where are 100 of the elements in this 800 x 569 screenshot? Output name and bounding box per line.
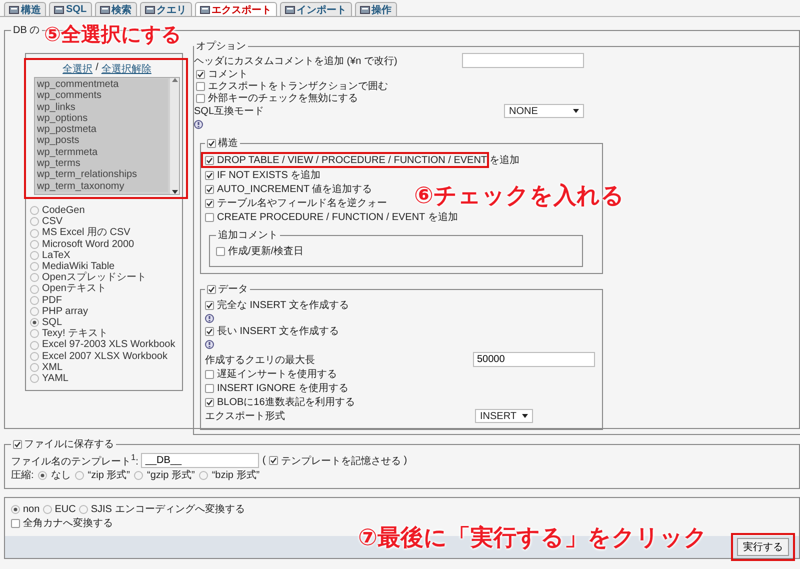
max-length-field[interactable]: 50000 [473,352,595,367]
checkbox[interactable] [205,198,214,208]
checkbox[interactable] [205,170,214,180]
tab[interactable]: SQL [49,2,92,16]
section-legend: 追加コメント [218,228,278,242]
radio-label: LaTeX [42,250,70,262]
radio-label: EUC [54,504,76,514]
checkbox[interactable] [207,138,216,148]
radio-button[interactable] [30,228,39,238]
tab[interactable]: インポート [280,2,352,16]
select-all-link[interactable]: 全選択 [62,62,93,76]
radio-label: SJIS [90,504,112,514]
scroll-up-icon[interactable] [172,78,178,82]
radio-label: PDF [42,294,62,306]
radio-button[interactable] [30,318,39,328]
field-label: SQL互換モード [194,105,264,118]
radio-button[interactable] [30,217,39,226]
tab[interactable]: 検索 [94,2,137,16]
comment-field[interactable] [462,53,584,68]
checkbox[interactable] [268,456,278,465]
radio-label: CodeGen [42,205,85,216]
scroll-down-icon[interactable] [172,190,178,194]
radio-label: Openテキスト [42,283,106,295]
compat-select[interactable]: NONE [504,104,584,118]
checkbox-label: 全角カナへ変換する [23,516,113,530]
checkbox-label: テーブル名やフィールド名を逆クォー [217,196,387,210]
tab[interactable]: エクスポート [194,2,277,16]
radio-button[interactable] [30,352,39,361]
checkbox[interactable] [205,370,214,378]
deselect-all-link[interactable]: 全選択解除 [101,62,152,76]
checkbox-label: IF NOT EXISTS を追加 [217,168,321,182]
checkbox[interactable] [196,70,205,78]
radio-button[interactable] [30,340,39,350]
table-option[interactable]: wp_term_relationships [37,169,168,181]
radio-button[interactable] [30,306,39,316]
table-option[interactable]: wp_comments [37,90,168,102]
checkbox[interactable] [13,440,22,448]
annotation: ⑦最後に「実行する」をクリック [358,526,708,552]
checkbox-label: 長い INSERT 文を作成する [217,324,339,338]
table-option[interactable]: wp_posts [37,135,168,147]
paren: ( [262,455,266,466]
tab[interactable]: 操作 [354,2,397,16]
radio-button[interactable] [74,470,84,480]
help-icon[interactable] [194,120,203,128]
tab[interactable]: クエリ [140,2,192,16]
radio-label: “zip 形式” [88,468,130,482]
section-legend: データ [218,282,248,296]
section-legend: ファイルに保存する [24,437,114,451]
radio-button[interactable] [30,273,39,282]
table-list[interactable]: wp_commentmeta wp_comments wp_links wp_options wp_postmeta wp_posts wp_termmeta wp_terms wp_term_relationships wp_term_taxonomy [34,77,180,195]
scrollbar[interactable] [170,78,179,194]
filename-field[interactable]: __DB__ [141,453,260,468]
radio-button[interactable] [30,374,39,384]
help-icon[interactable] [205,314,214,322]
radio-label: “gzip 形式” [147,468,195,482]
table-option[interactable]: wp_links [37,102,168,113]
radio-button[interactable] [198,470,208,480]
checkbox[interactable] [205,156,214,164]
export-format-select[interactable]: INSERT [475,409,533,423]
radio-button[interactable] [134,470,144,480]
field-label: エクスポート形式 [205,410,285,423]
checkbox[interactable] [205,326,214,336]
radio-button[interactable] [38,470,47,480]
checkbox[interactable] [205,384,214,392]
checkbox[interactable] [207,284,216,294]
radio-button[interactable] [42,504,52,514]
table-option[interactable]: wp_options [37,112,168,124]
table-option[interactable]: wp_commentmeta [37,79,168,90]
radio-button[interactable] [30,329,39,338]
annotation: ⑥チェックを入れる [414,184,624,210]
go-button[interactable]: 実行する [737,538,789,556]
checkbox[interactable] [205,398,214,406]
checkbox[interactable] [11,518,20,528]
tab[interactable]: 構造 [4,2,46,16]
checkbox-label: 完全な INSERT 文を作成する [217,298,349,312]
radio-button[interactable] [30,250,39,260]
radio-button[interactable] [11,504,20,514]
tab-icon [100,5,110,14]
table-option[interactable]: wp_terms [37,158,168,170]
checkbox[interactable] [205,212,214,222]
checkbox[interactable] [205,300,214,310]
field-label: 圧縮: [11,468,34,482]
help-icon[interactable] [205,340,214,348]
table-option[interactable]: wp_term_taxonomy [37,180,168,192]
radio-label: なし [50,469,71,482]
caret-icon [522,414,528,418]
radio-button[interactable] [30,296,39,305]
radio-button[interactable] [30,262,39,272]
table-option[interactable]: wp_postmeta [37,124,168,136]
radio-button[interactable] [30,240,39,249]
checkbox[interactable] [196,94,205,102]
checkbox[interactable] [205,184,214,194]
table-option[interactable]: wp_termmeta [37,146,168,158]
radio-button[interactable] [78,504,88,514]
checkbox-label: テンプレートを記憶させる [280,454,401,468]
checkbox[interactable] [196,82,205,90]
radio-button[interactable] [30,362,39,372]
checkbox[interactable] [216,246,225,256]
radio-button[interactable] [30,284,39,294]
radio-button[interactable] [30,206,39,216]
